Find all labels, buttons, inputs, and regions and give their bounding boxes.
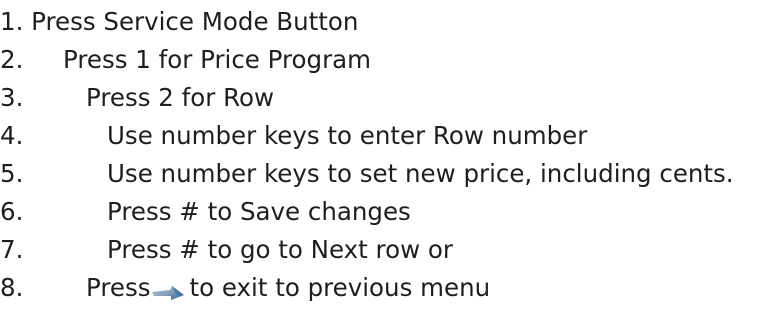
step-4-number: 4.: [0, 121, 24, 150]
step-8-text-before: Press: [86, 273, 151, 302]
step-3-text: Press 2 for Row: [86, 83, 275, 112]
step-8-content: Press to exit to previous menu: [86, 269, 490, 307]
step-8-text-after: to exit to previous menu: [189, 273, 491, 302]
step-2-text: Press 1 for Price Program: [63, 45, 372, 74]
step-2-number: 2.: [0, 45, 24, 74]
step-5-text: Use number keys to set new price, includ…: [107, 159, 734, 188]
step-1-text: 1. Press Service Mode Button: [0, 7, 359, 36]
step-6-number: 6.: [0, 197, 24, 226]
step-7-number: 7.: [0, 235, 24, 264]
step-6-text: Press # to Save changes: [107, 197, 411, 226]
step-5-number: 5.: [0, 159, 24, 188]
step-3-number: 3.: [0, 83, 24, 112]
step-8-number: 8.: [0, 273, 24, 302]
step-7-text: Press # to go to Next row or: [107, 235, 453, 264]
step-4-text: Use number keys to enter Row number: [107, 121, 588, 150]
instruction-list: 1. Press Service Mode Button 2. Press 1 …: [0, 0, 762, 309]
exit-arrow-icon: [150, 275, 188, 300]
